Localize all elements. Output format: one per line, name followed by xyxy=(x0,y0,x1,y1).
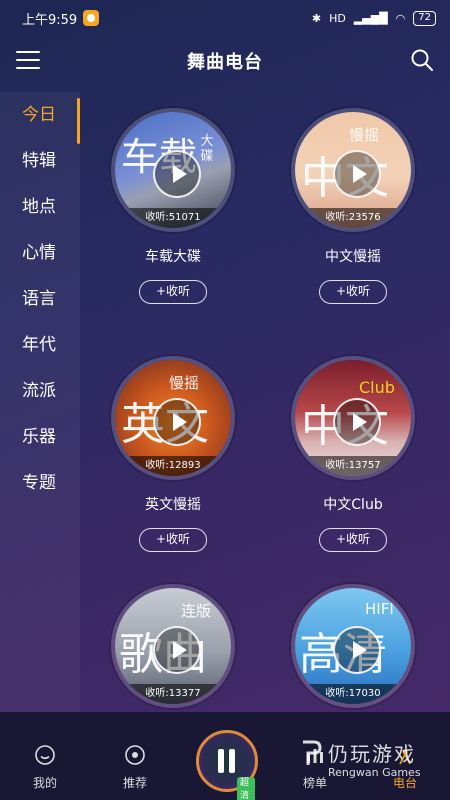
nav-mine[interactable]: 我的 xyxy=(15,744,75,791)
sidebar-item-genre[interactable]: 流派 xyxy=(0,368,80,414)
sidebar-item-topic[interactable]: 专题 xyxy=(0,460,80,506)
sidebar-item-instrument[interactable]: 乐器 xyxy=(0,414,80,460)
play-icon[interactable] xyxy=(333,150,381,198)
subscribe-button[interactable]: +收听 xyxy=(319,280,387,304)
subscribe-button[interactable]: +收听 xyxy=(139,280,207,304)
menu-icon-line xyxy=(16,59,40,61)
station-card: 英文 慢摇 收听:12893 英文慢摇 +收听 xyxy=(88,356,258,552)
page-title: 舞曲电台 xyxy=(187,52,263,73)
bluetooth-icon: ✱ xyxy=(311,11,322,25)
sidebar-item-special[interactable]: 特辑 xyxy=(0,138,80,184)
now-playing-button[interactable]: 超清 xyxy=(196,730,258,800)
pause-icon xyxy=(218,749,236,773)
listen-count: 收听:13757 xyxy=(295,456,411,476)
cover-small-text: 慢摇 xyxy=(349,126,380,144)
watermark-en: Rengwan Games xyxy=(328,766,421,779)
station-title: 英文慢摇 xyxy=(145,497,201,513)
station-cover[interactable]: 高清 HIFI 收听:17030 xyxy=(291,584,415,708)
station-card: 高清 HIFI 收听:17030 xyxy=(268,584,438,708)
station-card: 车载 大碟 收听:51071 车载大碟 +收听 xyxy=(88,108,258,304)
station-cover[interactable]: 英文 慢摇 收听:12893 xyxy=(111,356,235,480)
cover-small-text: 连版 xyxy=(181,602,212,620)
station-card: 中文 Club 收听:13757 中文Club +收听 xyxy=(268,356,438,552)
battery-indicator: 72 xyxy=(413,10,436,26)
listen-count: 收听:23576 xyxy=(295,208,411,228)
sidebar-item-language[interactable]: 语言 xyxy=(0,276,80,322)
station-card: 歌曲 连版 收听:13377 xyxy=(88,584,258,708)
cover-small-text: 慢摇 xyxy=(169,374,200,392)
watermark: 仍玩游戏 Rengwan Games xyxy=(300,738,450,788)
cover-small-text: HIFI xyxy=(365,600,394,618)
play-icon[interactable] xyxy=(153,398,201,446)
play-icon[interactable] xyxy=(153,150,201,198)
watermark-cn: 仍玩游戏 xyxy=(328,742,416,766)
station-cover[interactable]: 歌曲 连版 收听:13377 xyxy=(111,584,235,708)
station-title: 中文Club xyxy=(323,497,383,513)
listen-count: 收听:17030 xyxy=(295,684,411,704)
listen-count: 收听:51071 xyxy=(115,208,231,228)
station-title: 中文慢摇 xyxy=(325,249,381,265)
wifi-icon: ◠ xyxy=(395,11,406,25)
nav-recommend[interactable]: 推荐 xyxy=(105,744,165,791)
category-sidebar: 今日 特辑 地点 心情 语言 年代 流派 乐器 专题 xyxy=(0,92,80,712)
station-cover[interactable]: 车载 大碟 收听:51071 xyxy=(111,108,235,232)
subscribe-button[interactable]: +收听 xyxy=(139,528,207,552)
disc-icon xyxy=(125,745,145,765)
status-left: 上午9:59 xyxy=(22,9,100,28)
play-icon[interactable] xyxy=(333,626,381,674)
sidebar-item-mood[interactable]: 心情 xyxy=(0,230,80,276)
nav-recommend-label: 推荐 xyxy=(122,776,147,790)
nav-mine-label: 我的 xyxy=(32,776,57,790)
subscribe-button[interactable]: +收听 xyxy=(319,528,387,552)
header: 舞曲电台 xyxy=(0,36,450,86)
sidebar-item-today[interactable]: 今日 xyxy=(0,92,80,144)
hd-badge: 超清 xyxy=(237,777,255,800)
sidebar-item-era[interactable]: 年代 xyxy=(0,322,80,368)
status-bar: 上午9:59 ✱ HD ▂▄▆█ ◠ 72 xyxy=(0,0,450,36)
status-time: 上午9:59 xyxy=(22,12,78,28)
watermark-logo-icon xyxy=(303,740,322,765)
smiley-icon xyxy=(35,745,55,765)
listen-count: 收听:12893 xyxy=(115,456,231,476)
station-cover[interactable]: 中文 慢摇 收听:23576 xyxy=(291,108,415,232)
cover-small-text: Club xyxy=(359,378,395,397)
menu-icon-line xyxy=(16,51,40,53)
play-icon[interactable] xyxy=(333,398,381,446)
play-icon[interactable] xyxy=(153,626,201,674)
search-icon[interactable] xyxy=(410,48,434,72)
listen-count: 收听:13377 xyxy=(115,684,231,704)
cover-small-text: 大碟 xyxy=(200,134,214,164)
network-label: HD xyxy=(329,11,346,25)
menu-icon-line xyxy=(16,67,40,69)
menu-button[interactable] xyxy=(16,51,40,71)
status-right: ✱ HD ▂▄▆█ ◠ 72 xyxy=(311,10,436,26)
sidebar-item-location[interactable]: 地点 xyxy=(0,184,80,230)
station-cover[interactable]: 中文 Club 收听:13757 xyxy=(291,356,415,480)
station-card: 中文 慢摇 收听:23576 中文慢摇 +收听 xyxy=(268,108,438,304)
station-title: 车载大碟 xyxy=(145,249,201,265)
signal-icon: ▂▄▆█ xyxy=(353,11,388,25)
app-notification-icon xyxy=(83,10,100,26)
